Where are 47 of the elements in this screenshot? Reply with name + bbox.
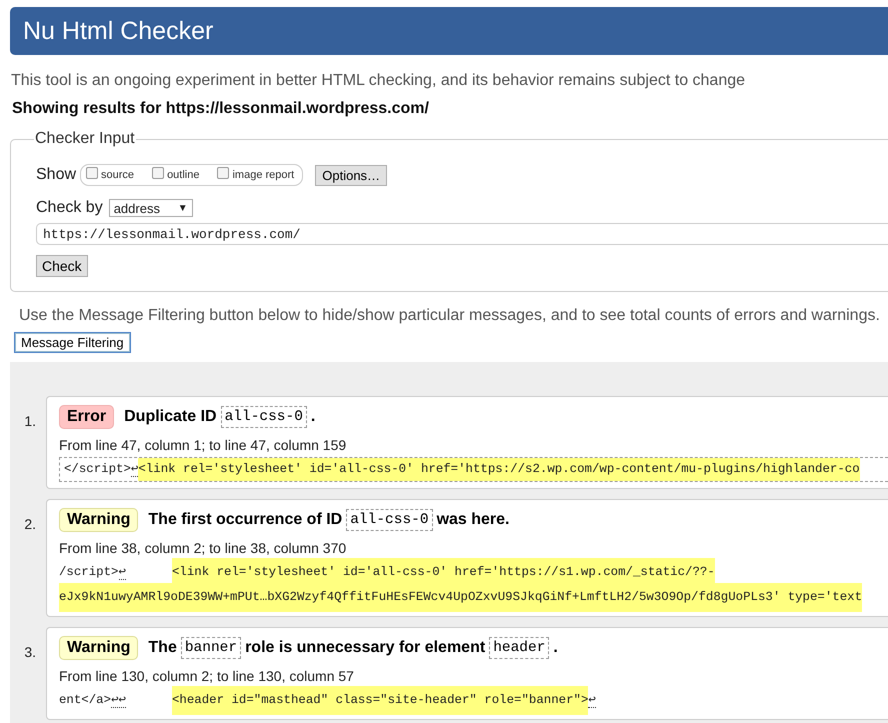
message-type-badge: Error [59, 405, 114, 429]
highlighted-code: <link rel='stylesheet' id='all-css-0' href='https://s2.wp.com/wp-content/mu-plugins/highlander-co [138, 458, 860, 481]
line-break-mark: ↩↩ [111, 693, 126, 708]
checkbox-label: source [101, 169, 134, 181]
message-number: 1. [23, 413, 37, 429]
code-term: all-css-0 [220, 406, 307, 428]
message-text: . [310, 408, 316, 426]
intro-text: This tool is an ongoing experiment in better HTML checking, and its behavior remains subject to change [11, 72, 746, 90]
code-term: header [489, 637, 550, 659]
code-term: banner [180, 637, 242, 659]
checkbox[interactable] [217, 167, 230, 179]
filter-hint-text: Use the Message Filtering button below to hide/show particular messages, and to see total counts of errors and warnings. [19, 307, 881, 325]
panel-legend: Checker Input [34, 130, 136, 148]
location-text: From line 38, column 2; to line 38, column 370 [59, 540, 348, 556]
code-term: all-css-0 [346, 509, 433, 531]
code-text: </script> [64, 461, 131, 478]
highlighted-code: eJx9kN1uwyAMRl9oDE39WW+mPUt…bXG2Wzyf4QffitFuHEsFEWcv4UpOZxvU9SJkqGiNf+LmftLH2/5w3O9Op/fd8gUoPLs3' type='text [59, 583, 862, 612]
message-text: Duplicate ID [124, 408, 217, 426]
message-number: 3. [23, 644, 37, 660]
line-break-mark: ↩ [588, 693, 596, 708]
page-title: Nu Html Checker [23, 16, 214, 46]
check-by-dropdown[interactable]: address ▼ [108, 199, 193, 217]
show-label: Show [36, 166, 76, 184]
checkbox-label: outline [167, 169, 200, 181]
location-text: From line 47, column 1; to line 47, column 159 [59, 437, 348, 453]
message-filtering-button[interactable]: Message Filtering [14, 332, 131, 353]
message-text: role is unnecessary for element [245, 639, 486, 657]
highlighted-code: <header id="masthead" class="site-header" role="banner"> [172, 686, 588, 715]
line-break-mark: ↩ [118, 565, 126, 580]
checkbox-label: image report [232, 169, 294, 181]
message-text: . [553, 639, 558, 657]
message-text: was here. [436, 511, 510, 529]
code-text: ent</a> [59, 692, 112, 709]
message-type-badge: Warning [59, 508, 138, 532]
message-type-badge: Warning [59, 636, 138, 660]
message-text: The first occurrence of ID [148, 511, 342, 529]
options-button[interactable]: Options… [315, 164, 388, 186]
check-button[interactable]: Check [36, 255, 88, 277]
checkbox[interactable] [152, 167, 164, 179]
location-text: From line 130, column 2; to line 130, column 57 [59, 668, 355, 684]
address-field[interactable]: https://lessonmail.wordpress.com/ [36, 223, 888, 245]
results-heading: Showing results for https://lessonmail.wordpress.com/ [12, 100, 430, 118]
code-text: /script> [59, 564, 118, 581]
message-number: 2. [23, 516, 37, 532]
checkbox[interactable] [86, 167, 98, 179]
check-by-label: Check by [36, 199, 103, 217]
message-text: The [148, 639, 177, 657]
